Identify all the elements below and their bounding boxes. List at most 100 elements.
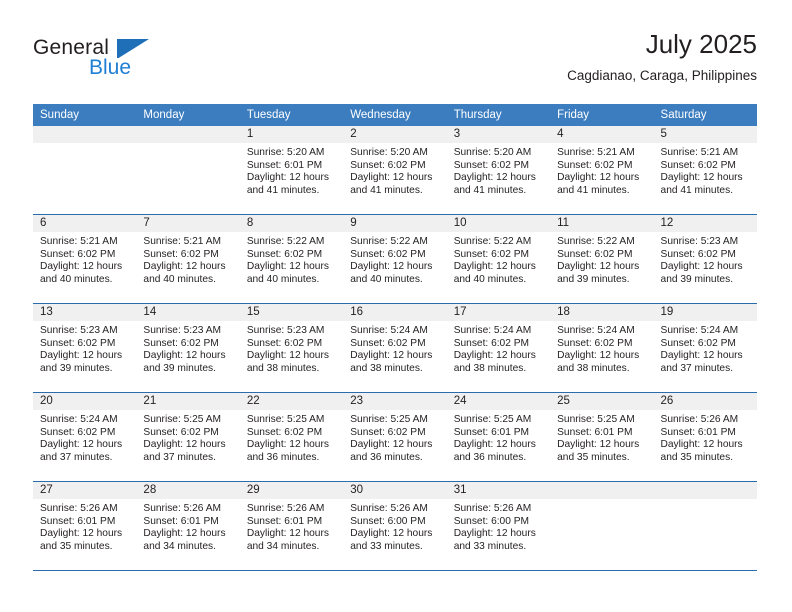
day-cell-inner <box>653 482 757 570</box>
calendar-day-cell[interactable]: 14 Sunrise: 5:23 AM Sunset: 6:02 PM Dayligh… <box>136 303 240 393</box>
day-number: 28 <box>136 482 240 499</box>
calendar-day-cell[interactable]: 18 Sunrise: 5:24 AM Sunset: 6:02 PM Dayligh… <box>550 303 654 393</box>
sunset-text: Sunset: 6:01 PM <box>557 426 633 438</box>
daylight-text-line1: Daylight: 12 hours <box>246 350 329 362</box>
calendar-day-cell[interactable]: 10 Sunrise: 5:22 AM Sunset: 6:02 PM Dayligh… <box>446 214 551 304</box>
sunset-text: Sunset: 6:02 PM <box>246 248 323 260</box>
day-details: Sunrise: 5:25 AM Sunset: 6:01 PM Daylight:… <box>550 410 653 464</box>
day-cell-inner: 18 Sunrise: 5:24 AM Sunset: 6:02 PM Dayligh… <box>550 304 654 392</box>
day-details: Sunrise: 5:25 AM Sunset: 6:01 PM Daylight:… <box>447 410 550 464</box>
daylight-text-line1: Daylight: 12 hours <box>246 528 329 540</box>
calendar-empty-cell <box>653 481 757 571</box>
calendar-day-cell[interactable]: 22 Sunrise: 5:25 AM Sunset: 6:02 PM Dayligh… <box>239 392 344 482</box>
calendar-day-cell[interactable]: 9 Sunrise: 5:22 AM Sunset: 6:02 PM Daylight… <box>343 214 447 304</box>
calendar-day-cell[interactable]: 23 Sunrise: 5:25 AM Sunset: 6:02 PM Dayligh… <box>343 392 447 482</box>
day-cell-inner: 6 Sunrise: 5:21 AM Sunset: 6:02 PM Daylight… <box>33 215 137 303</box>
day-details: Sunrise: 5:26 AM Sunset: 6:00 PM Daylight:… <box>447 499 550 553</box>
day-details: Sunrise: 5:26 AM Sunset: 6:01 PM Daylight:… <box>240 499 343 553</box>
calendar-day-cell[interactable]: 16 Sunrise: 5:24 AM Sunset: 6:02 PM Dayligh… <box>343 303 447 393</box>
sunrise-text: Sunrise: 5:20 AM <box>350 147 428 158</box>
day-cell-inner: 20 Sunrise: 5:24 AM Sunset: 6:02 PM Dayligh… <box>33 393 137 481</box>
page-title: July 2025 <box>645 29 757 59</box>
sunrise-text: Sunrise: 5:21 AM <box>40 236 118 247</box>
calendar-day-cell[interactable]: 20 Sunrise: 5:24 AM Sunset: 6:02 PM Dayligh… <box>33 392 137 482</box>
daylight-text-line2: and 37 minutes. <box>40 451 113 463</box>
calendar-day-cell[interactable]: 24 Sunrise: 5:25 AM Sunset: 6:01 PM Dayligh… <box>446 392 551 482</box>
daylight-text-line1: Daylight: 12 hours <box>143 439 226 451</box>
sunrise-text: Sunrise: 5:23 AM <box>40 325 118 336</box>
day-cell-inner: 13 Sunrise: 5:23 AM Sunset: 6:02 PM Dayligh… <box>33 304 137 392</box>
day-number: 14 <box>136 304 240 321</box>
sunrise-text: Sunrise: 5:22 AM <box>246 236 325 247</box>
sunrise-text: Sunrise: 5:24 AM <box>453 325 532 336</box>
calendar-week-row: 1 Sunrise: 5:20 AM Sunset: 6:01 PM Daylight… <box>33 126 757 215</box>
calendar-day-cell[interactable]: 26 Sunrise: 5:26 AM Sunset: 6:01 PM Dayligh… <box>653 392 757 482</box>
calendar-day-cell[interactable]: 17 Sunrise: 5:24 AM Sunset: 6:02 PM Dayligh… <box>446 303 551 393</box>
calendar-day-cell[interactable]: 13 Sunrise: 5:23 AM Sunset: 6:02 PM Dayligh… <box>33 303 137 393</box>
daylight-text-line1: Daylight: 12 hours <box>557 172 640 184</box>
calendar-day-cell[interactable]: 27 Sunrise: 5:26 AM Sunset: 6:01 PM Dayligh… <box>33 481 137 571</box>
day-number <box>653 482 757 499</box>
daylight-text-line1: Daylight: 12 hours <box>557 439 640 451</box>
day-cell-inner: 7 Sunrise: 5:21 AM Sunset: 6:02 PM Daylight… <box>136 215 240 303</box>
daylight-text-line2: and 40 minutes. <box>40 273 113 285</box>
day-cell-inner: 15 Sunrise: 5:23 AM Sunset: 6:02 PM Dayligh… <box>239 304 344 392</box>
sunset-text: Sunset: 6:01 PM <box>453 426 530 438</box>
day-number: 27 <box>33 482 137 499</box>
day-details: Sunrise: 5:24 AM Sunset: 6:02 PM Daylight:… <box>343 321 446 375</box>
calendar-day-cell[interactable]: 4 Sunrise: 5:21 AM Sunset: 6:02 PM Daylight… <box>550 126 654 215</box>
day-cell-inner: 29 Sunrise: 5:26 AM Sunset: 6:01 PM Dayligh… <box>239 482 344 570</box>
day-details: Sunrise: 5:26 AM Sunset: 6:01 PM Daylight:… <box>33 499 136 553</box>
calendar-day-cell[interactable]: 5 Sunrise: 5:21 AM Sunset: 6:02 PM Daylight… <box>653 126 757 215</box>
day-number: 21 <box>136 393 240 410</box>
weekday-header-saturday: Saturday <box>653 104 757 126</box>
sunrise-text: Sunrise: 5:21 AM <box>143 236 222 247</box>
daylight-text-line2: and 36 minutes. <box>246 451 320 463</box>
day-cell-inner: 23 Sunrise: 5:25 AM Sunset: 6:02 PM Dayligh… <box>343 393 447 481</box>
daylight-text-line2: and 39 minutes. <box>557 273 630 285</box>
day-number: 8 <box>239 215 344 232</box>
calendar-day-cell[interactable]: 11 Sunrise: 5:22 AM Sunset: 6:02 PM Dayligh… <box>550 214 654 304</box>
day-cell-inner: 17 Sunrise: 5:24 AM Sunset: 6:02 PM Dayligh… <box>446 304 551 392</box>
sunset-text: Sunset: 6:02 PM <box>557 248 633 260</box>
calendar-day-cell[interactable]: 2 Sunrise: 5:20 AM Sunset: 6:02 PM Daylight… <box>343 126 447 215</box>
calendar-day-cell[interactable]: 6 Sunrise: 5:21 AM Sunset: 6:02 PM Daylight… <box>33 214 137 304</box>
day-details: Sunrise: 5:25 AM Sunset: 6:02 PM Daylight:… <box>136 410 239 464</box>
day-number: 20 <box>33 393 137 410</box>
calendar-day-cell[interactable]: 1 Sunrise: 5:20 AM Sunset: 6:01 PM Daylight… <box>239 126 344 215</box>
calendar-day-cell[interactable]: 8 Sunrise: 5:22 AM Sunset: 6:02 PM Daylight… <box>239 214 344 304</box>
day-details: Sunrise: 5:26 AM Sunset: 6:01 PM Daylight:… <box>654 410 757 464</box>
sunrise-text: Sunrise: 5:26 AM <box>350 503 428 514</box>
weekday-header-sunday: Sunday <box>33 104 137 126</box>
day-number: 7 <box>136 215 240 232</box>
calendar-day-cell[interactable]: 15 Sunrise: 5:23 AM Sunset: 6:02 PM Dayligh… <box>239 303 344 393</box>
sunrise-text: Sunrise: 5:23 AM <box>660 236 739 247</box>
day-cell-inner: 2 Sunrise: 5:20 AM Sunset: 6:02 PM Daylight… <box>343 126 447 214</box>
daylight-text-line1: Daylight: 12 hours <box>660 439 743 451</box>
weekday-header-thursday: Thursday <box>446 104 551 126</box>
day-details: Sunrise: 5:22 AM Sunset: 6:02 PM Daylight:… <box>550 232 653 286</box>
calendar-day-cell[interactable]: 29 Sunrise: 5:26 AM Sunset: 6:01 PM Dayligh… <box>239 481 344 571</box>
calendar-day-cell[interactable]: 21 Sunrise: 5:25 AM Sunset: 6:02 PM Dayligh… <box>136 392 240 482</box>
calendar-empty-cell <box>136 126 240 215</box>
calendar-day-cell[interactable]: 25 Sunrise: 5:25 AM Sunset: 6:01 PM Dayligh… <box>550 392 654 482</box>
day-number <box>136 126 240 143</box>
calendar-day-cell[interactable]: 19 Sunrise: 5:24 AM Sunset: 6:02 PM Dayligh… <box>653 303 757 393</box>
sunset-text: Sunset: 6:02 PM <box>143 248 219 260</box>
sunset-text: Sunset: 6:02 PM <box>246 426 323 438</box>
day-details: Sunrise: 5:21 AM Sunset: 6:02 PM Daylight:… <box>654 143 757 197</box>
day-details: Sunrise: 5:21 AM Sunset: 6:02 PM Daylight:… <box>33 232 136 286</box>
daylight-text-line1: Daylight: 12 hours <box>660 350 743 362</box>
calendar-day-cell[interactable]: 28 Sunrise: 5:26 AM Sunset: 6:01 PM Dayligh… <box>136 481 240 571</box>
calendar-day-cell[interactable]: 30 Sunrise: 5:26 AM Sunset: 6:00 PM Dayligh… <box>343 481 447 571</box>
day-number: 5 <box>653 126 757 143</box>
calendar-body: 1 Sunrise: 5:20 AM Sunset: 6:01 PM Daylight… <box>33 126 757 571</box>
calendar-day-cell[interactable]: 3 Sunrise: 5:20 AM Sunset: 6:02 PM Daylight… <box>446 126 551 215</box>
sunset-text: Sunset: 6:02 PM <box>557 337 633 349</box>
day-details <box>654 499 757 503</box>
calendar-day-cell[interactable]: 31 Sunrise: 5:26 AM Sunset: 6:00 PM Dayligh… <box>446 481 551 571</box>
sunrise-text: Sunrise: 5:26 AM <box>246 503 325 514</box>
day-details: Sunrise: 5:25 AM Sunset: 6:02 PM Daylight:… <box>240 410 343 464</box>
calendar-day-cell[interactable]: 7 Sunrise: 5:21 AM Sunset: 6:02 PM Daylight… <box>136 214 240 304</box>
calendar-day-cell[interactable]: 12 Sunrise: 5:23 AM Sunset: 6:02 PM Dayligh… <box>653 214 757 304</box>
